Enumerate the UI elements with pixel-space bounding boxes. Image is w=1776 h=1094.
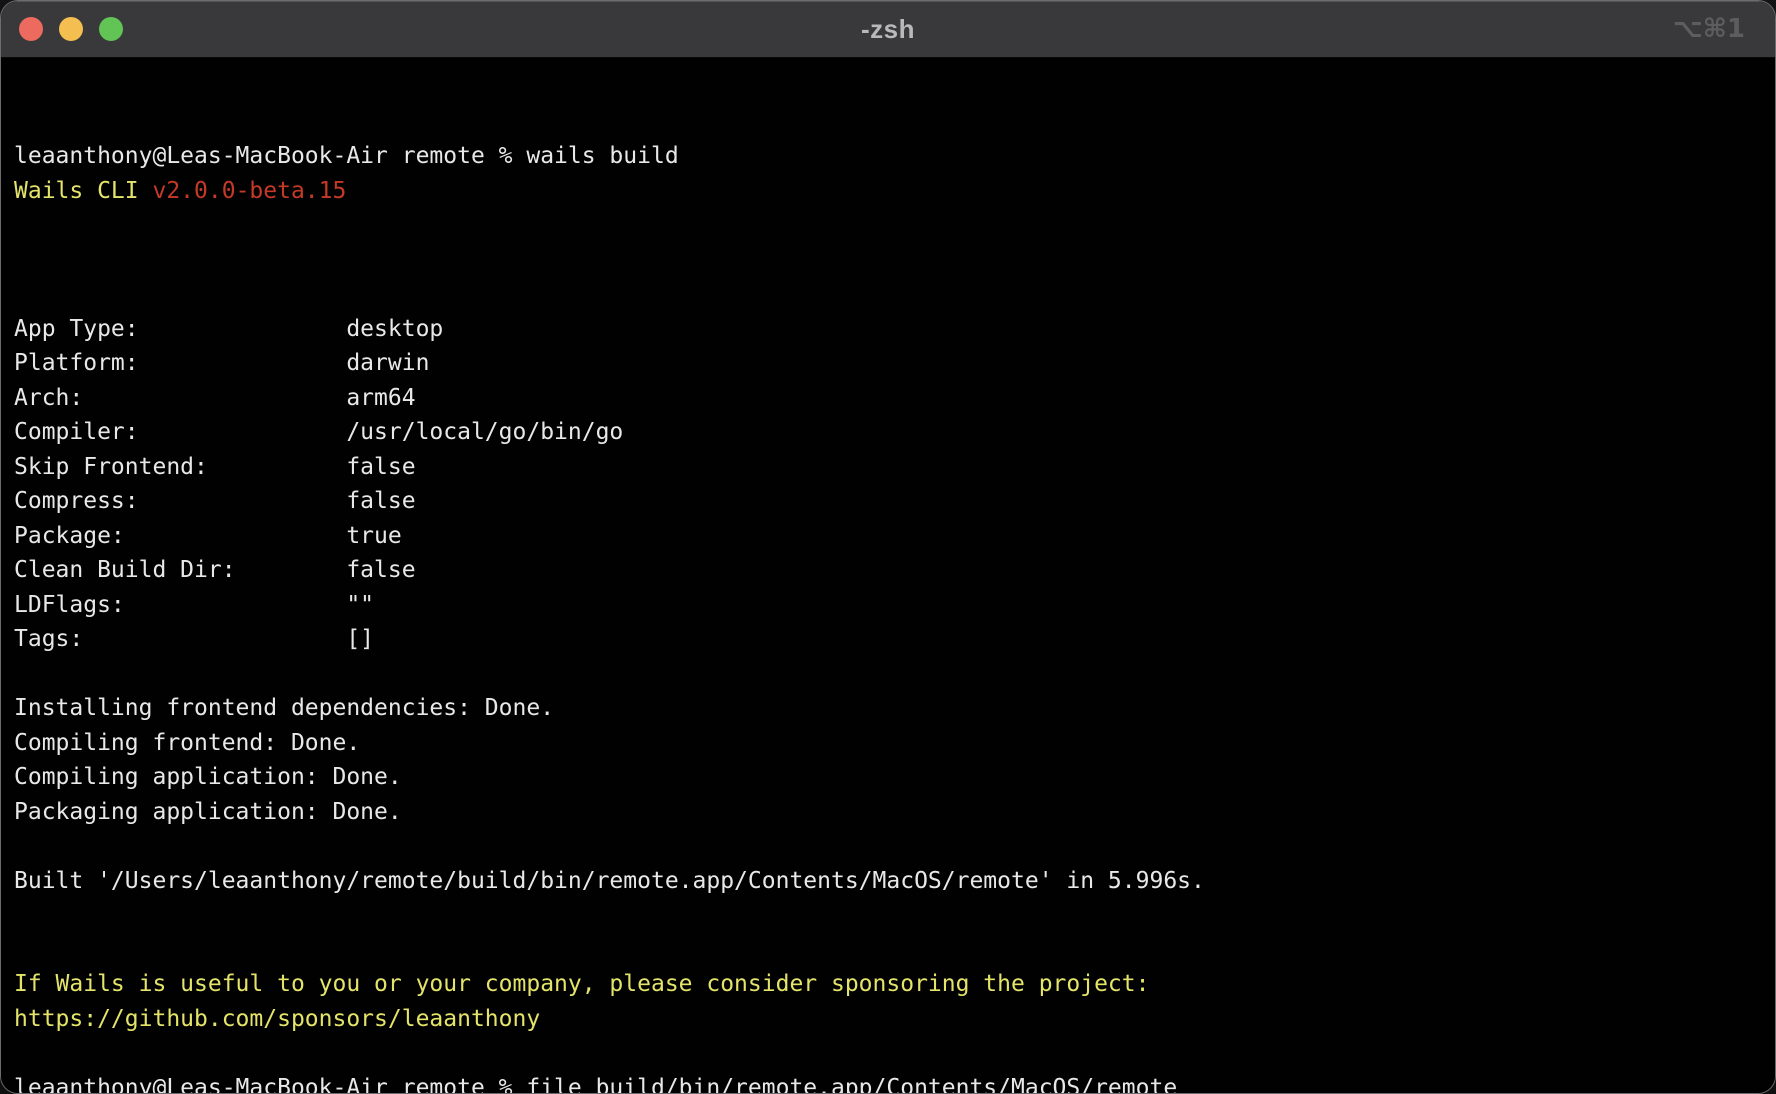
terminal-text: v2.0.0-beta.15: [152, 178, 346, 204]
terminal-line: Wails CLI v2.0.0-beta.15: [14, 174, 1767, 209]
terminal-line: [14, 657, 1767, 692]
terminal-text: Installing frontend dependencies: Done.: [14, 695, 554, 721]
terminal-line: Compiler: /usr/local/go/bin/go: [14, 415, 1767, 450]
tab-shortcut-badge: ⌥⌘1: [1673, 1, 1745, 57]
terminal-line: Tags: []: [14, 622, 1767, 657]
terminal-text: Clean Build Dir: false: [14, 557, 416, 583]
terminal-line: App Type: desktop: [14, 312, 1767, 347]
terminal-window: -zsh ⌥⌘1 leaanthony@Leas-MacBook-Air rem…: [0, 0, 1776, 1094]
terminal-text: If Wails is useful to you or your compan…: [14, 971, 1149, 997]
terminal-line: [14, 898, 1767, 933]
terminal-line: leaanthony@Leas-MacBook-Air remote % fil…: [14, 1071, 1767, 1094]
terminal-text: Wails CLI: [14, 178, 152, 204]
terminal-text: https://github.com/sponsors/leaanthony: [14, 1006, 540, 1032]
terminal-line: Compiling application: Done.: [14, 760, 1767, 795]
terminal-line: [14, 1036, 1767, 1071]
terminal-line: [14, 277, 1767, 312]
terminal-text: Packaging application: Done.: [14, 799, 402, 825]
terminal-line: Skip Frontend: false: [14, 450, 1767, 485]
window-title: -zsh: [861, 14, 915, 45]
terminal-text: leaanthony@Leas-MacBook-Air remote % fil…: [14, 1075, 1177, 1094]
terminal-text: Built '/Users/leaanthony/remote/build/bi…: [14, 868, 1205, 894]
terminal-text: Package: true: [14, 523, 402, 549]
terminal-text: Compiling application: Done.: [14, 764, 402, 790]
terminal-text: Arch: arm64: [14, 385, 416, 411]
terminal-line: [14, 208, 1767, 243]
close-button[interactable]: [19, 17, 43, 41]
terminal-output: leaanthony@Leas-MacBook-Air remote % wai…: [14, 139, 1767, 1093]
terminal-text: App Type: desktop: [14, 316, 443, 342]
terminal-line: Package: true: [14, 519, 1767, 554]
terminal-screen[interactable]: leaanthony@Leas-MacBook-Air remote % wai…: [1, 58, 1775, 1093]
terminal-line: Clean Build Dir: false: [14, 553, 1767, 588]
terminal-line: Arch: arm64: [14, 381, 1767, 416]
terminal-text: Compiler: /usr/local/go/bin/go: [14, 419, 623, 445]
terminal-text: leaanthony@Leas-MacBook-Air remote % wai…: [14, 143, 679, 169]
terminal-line: Built '/Users/leaanthony/remote/build/bi…: [14, 864, 1767, 899]
terminal-line: [14, 933, 1767, 968]
terminal-line: Packaging application: Done.: [14, 795, 1767, 830]
terminal-line: [14, 829, 1767, 864]
window-titlebar[interactable]: -zsh ⌥⌘1: [1, 1, 1775, 58]
terminal-text: Skip Frontend: false: [14, 454, 416, 480]
terminal-text: Compress: false: [14, 488, 416, 514]
terminal-text: Platform: darwin: [14, 350, 429, 376]
terminal-text: Tags: []: [14, 626, 374, 652]
terminal-text: Compiling frontend: Done.: [14, 730, 360, 756]
terminal-line: https://github.com/sponsors/leaanthony: [14, 1002, 1767, 1037]
terminal-line: Installing frontend dependencies: Done.: [14, 691, 1767, 726]
terminal-line: Compress: false: [14, 484, 1767, 519]
terminal-line: If Wails is useful to you or your compan…: [14, 967, 1767, 1002]
terminal-line: Platform: darwin: [14, 346, 1767, 381]
terminal-text: LDFlags: "": [14, 592, 374, 618]
minimize-button[interactable]: [59, 17, 83, 41]
terminal-line: leaanthony@Leas-MacBook-Air remote % wai…: [14, 139, 1767, 174]
zoom-button[interactable]: [99, 17, 123, 41]
terminal-line: [14, 243, 1767, 278]
terminal-line: LDFlags: "": [14, 588, 1767, 623]
window-controls: [19, 17, 123, 41]
terminal-line: Compiling frontend: Done.: [14, 726, 1767, 761]
